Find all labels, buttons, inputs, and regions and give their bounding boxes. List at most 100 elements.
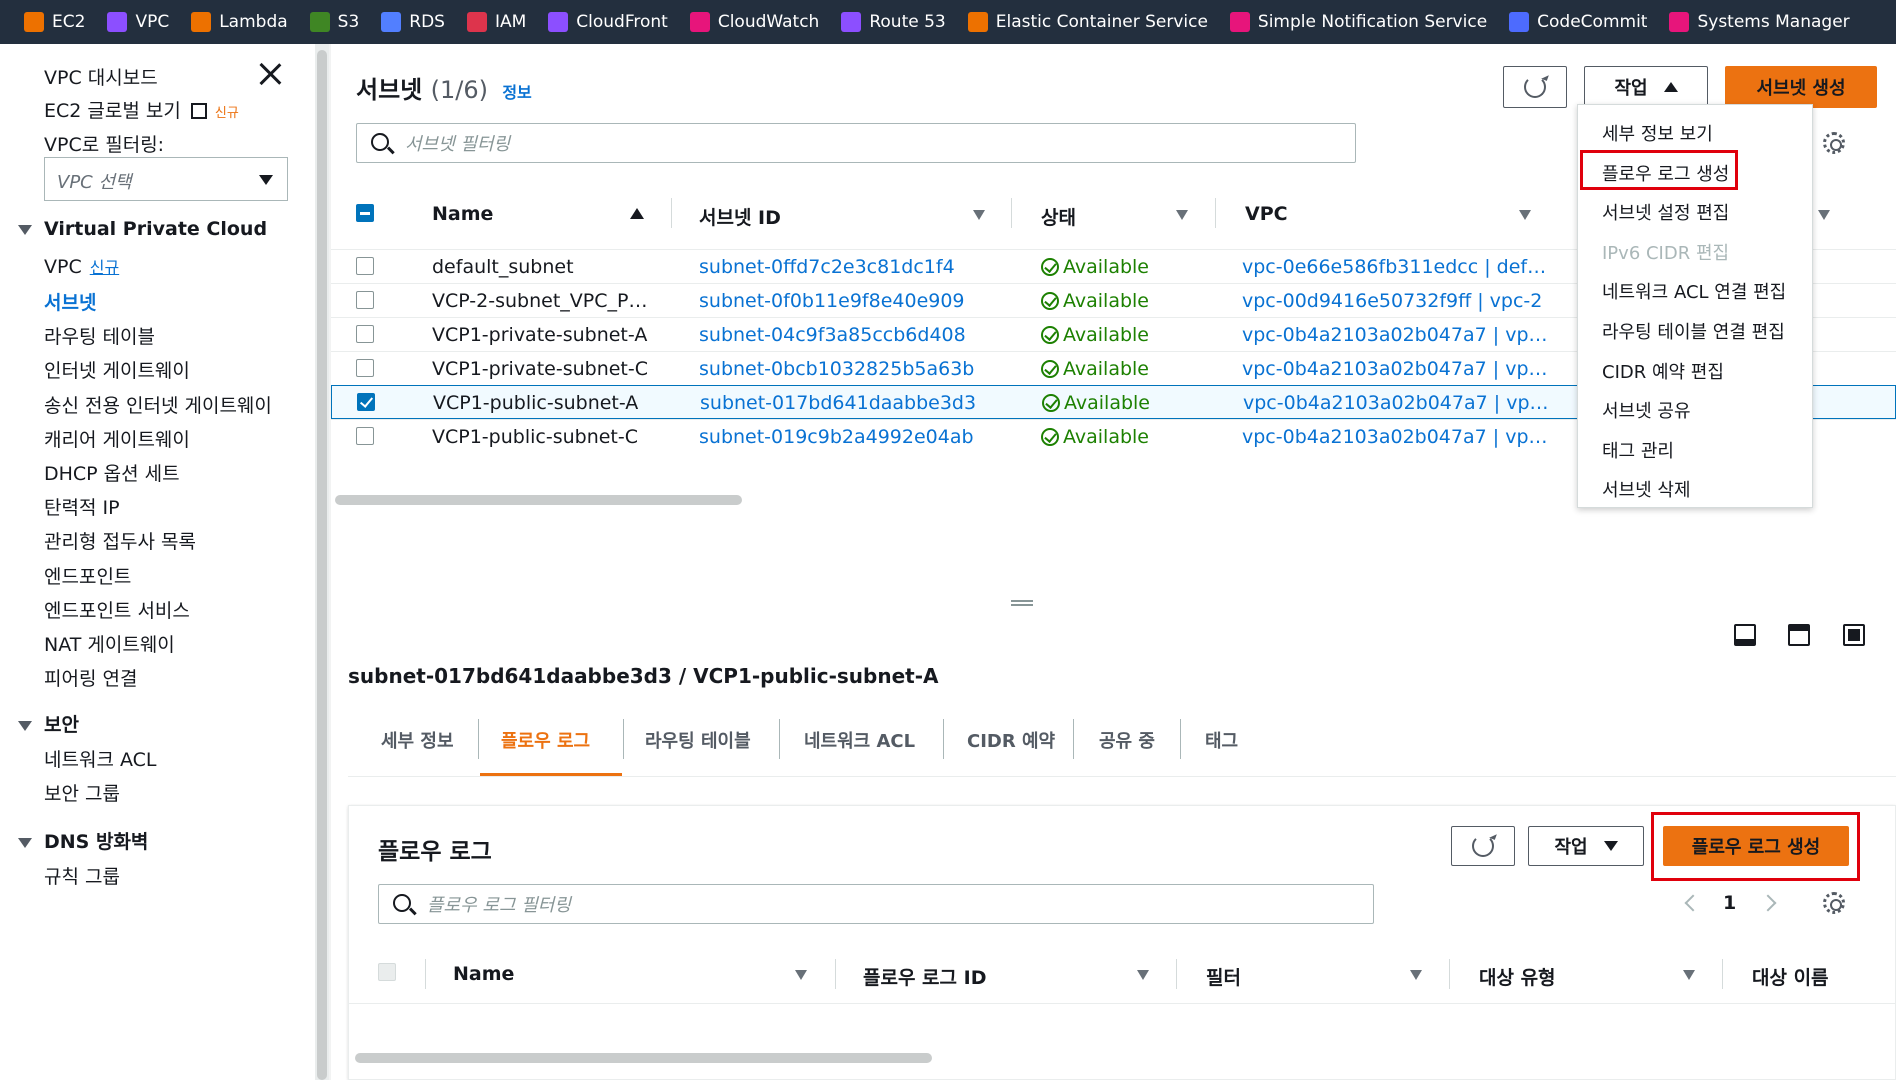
vpc-link[interactable]: vpc-0b4a2103a02b047a7 | vp… (1242, 426, 1548, 448)
fl-col-target-name[interactable]: 대상 이름 (1752, 963, 1829, 990)
column-divider[interactable] (1011, 198, 1012, 228)
service-link-rds[interactable]: RDS (381, 12, 445, 32)
table-hscrollbar[interactable] (335, 495, 742, 505)
sidebar-item-vpc-9[interactable]: 엔드포인트 서비스 (44, 596, 190, 623)
column-divider[interactable] (425, 959, 426, 989)
vpc-link[interactable]: vpc-0e66e586fb311edcc | def… (1242, 256, 1546, 278)
tab-2[interactable]: 라우팅 테이블 (645, 727, 751, 753)
sort-icon[interactable] (1683, 970, 1695, 980)
settings-gear-icon[interactable] (1823, 892, 1845, 914)
sidebar-item-vpc-1[interactable]: 라우팅 테이블 (44, 322, 155, 349)
row-checkbox[interactable] (356, 427, 374, 445)
service-link-cloudwatch[interactable]: CloudWatch (689, 12, 819, 32)
col-status[interactable]: 상태 (1041, 203, 1076, 230)
menu-item-9[interactable]: 서브넷 삭제 (1578, 469, 1814, 509)
menu-item-5[interactable]: 라우팅 테이블 연결 편집 (1578, 311, 1814, 351)
menu-item-7[interactable]: 서브넷 공유 (1578, 390, 1814, 430)
split-bottom-icon[interactable] (1734, 624, 1756, 646)
row-checkbox[interactable] (356, 325, 374, 343)
vpc-link[interactable]: vpc-0b4a2103a02b047a7 | vp… (1242, 358, 1548, 380)
service-link-cloudfront[interactable]: CloudFront (548, 12, 668, 32)
service-link-s3[interactable]: S3 (309, 12, 359, 32)
column-divider[interactable] (1722, 959, 1723, 989)
row-checkbox[interactable] (356, 257, 374, 275)
sidebar-item-vpc-3[interactable]: 송신 전용 인터넷 게이트웨이 (44, 391, 272, 418)
column-divider[interactable] (1215, 198, 1216, 228)
sidebar-item-vpc-8[interactable]: 엔드포인트 (44, 562, 131, 589)
subnet-id-link[interactable]: subnet-017bd641daabbe3d3 (700, 392, 976, 414)
menu-item-4[interactable]: 네트워크 ACL 연결 편집 (1578, 271, 1814, 311)
service-link-vpc[interactable]: VPC (107, 12, 169, 32)
subnet-id-link[interactable]: subnet-0f0b11e9f8e40e909 (699, 290, 965, 312)
flowlogs-refresh-button[interactable] (1451, 826, 1515, 866)
sidebar-item-vpc-5[interactable]: DHCP 옵션 세트 (44, 459, 180, 486)
row-checkbox[interactable] (357, 393, 375, 411)
service-link-ec2[interactable]: EC2 (24, 12, 85, 32)
refresh-button[interactable] (1503, 66, 1567, 108)
service-link-ecs[interactable]: Elastic Container Service (967, 12, 1208, 32)
sidebar-scrollbar[interactable] (315, 44, 329, 1080)
subnet-filter-input[interactable]: 서브넷 필터링 (356, 123, 1356, 163)
info-link[interactable]: 정보 (502, 83, 531, 102)
column-divider[interactable] (1449, 959, 1450, 989)
tab-3[interactable]: 네트워크 ACL (804, 727, 915, 753)
menu-item-2[interactable]: 서브넷 설정 편집 (1578, 192, 1814, 232)
subnet-id-link[interactable]: subnet-019c9b2a4992e04ab (699, 426, 974, 448)
menu-item-8[interactable]: 태그 관리 (1578, 430, 1814, 470)
flowlogs-hscrollbar[interactable] (355, 1053, 932, 1063)
sidebar-item-vpc-6[interactable]: 탄력적 IP (44, 493, 120, 520)
section-security[interactable]: 보안 (18, 710, 79, 737)
page-number[interactable]: 1 (1723, 892, 1736, 914)
split-full-icon[interactable] (1843, 624, 1865, 646)
col-name[interactable]: Name (432, 203, 493, 225)
sort-icon[interactable] (1410, 970, 1422, 980)
sidebar-item-security-groups[interactable]: 보안 그룹 (44, 779, 120, 806)
vpc-link[interactable]: vpc-0b4a2103a02b047a7 | vp… (1242, 324, 1548, 346)
sidebar-item-rule-groups[interactable]: 규칙 그룹 (44, 862, 120, 889)
subnet-id-link[interactable]: subnet-0bcb1032825b5a63b (699, 358, 974, 380)
vpc-link[interactable]: vpc-00d9416e50732f9ff | vpc-2 (1242, 290, 1542, 312)
row-checkbox[interactable] (356, 359, 374, 377)
close-icon[interactable] (258, 62, 282, 86)
tab-6[interactable]: 태그 (1205, 727, 1238, 753)
flowlogs-select-all-checkbox[interactable] (378, 963, 396, 981)
subnet-id-link[interactable]: subnet-04c9f3a85ccb6d408 (699, 324, 966, 346)
row-checkbox[interactable] (356, 291, 374, 309)
scrollbar-thumb[interactable] (317, 50, 327, 1080)
fl-col-filter[interactable]: 필터 (1206, 963, 1241, 990)
sidebar-item-vpc-11[interactable]: 피어링 연결 (44, 664, 137, 691)
create-subnet-button[interactable]: 서브넷 생성 (1725, 66, 1877, 108)
service-link-sns[interactable]: Simple Notification Service (1229, 12, 1487, 32)
sort-icon[interactable] (1818, 210, 1830, 220)
menu-item-6[interactable]: CIDR 예약 편집 (1578, 351, 1814, 391)
sidebar-item-network-acl[interactable]: 네트워크 ACL (44, 745, 156, 772)
col-subnet-id[interactable]: 서브넷 ID (699, 203, 781, 230)
service-link-systems-manager[interactable]: Systems Manager (1669, 12, 1850, 32)
sidebar-item-vpc-0[interactable]: 서브넷 (44, 288, 96, 315)
resize-handle-icon[interactable] (1011, 600, 1033, 606)
flowlog-filter-input[interactable]: 플로우 로그 필터링 (378, 884, 1374, 924)
sort-asc-icon[interactable] (630, 208, 644, 219)
column-divider[interactable] (671, 198, 672, 228)
column-divider[interactable] (835, 959, 836, 989)
sidebar-item-vpc-10[interactable]: NAT 게이트웨이 (44, 630, 175, 657)
sidebar-item-vpc[interactable]: VPC 신규 (44, 254, 119, 278)
col-vpc[interactable]: VPC (1245, 203, 1288, 225)
vpc-link[interactable]: vpc-0b4a2103a02b047a7 | vp… (1243, 392, 1549, 414)
sidebar-item-vpc-4[interactable]: 캐리어 게이트웨이 (44, 425, 190, 452)
sort-icon[interactable] (1519, 210, 1531, 220)
select-all-checkbox[interactable] (356, 204, 374, 222)
service-link-codecommit[interactable]: CodeCommit (1509, 12, 1647, 32)
split-side-icon[interactable] (1788, 624, 1810, 646)
vpc-select[interactable]: VPC 선택 (44, 157, 288, 201)
service-link-lambda[interactable]: Lambda (191, 12, 288, 32)
service-link-iam[interactable]: IAM (466, 12, 526, 32)
column-divider[interactable] (1176, 959, 1177, 989)
sidebar-item-vpc-7[interactable]: 관리형 접두사 목록 (44, 527, 196, 554)
section-vpc[interactable]: Virtual Private Cloud (18, 218, 267, 240)
tab-5[interactable]: 공유 중 (1099, 727, 1155, 753)
tab-1[interactable]: 플로우 로그 (501, 727, 590, 753)
flowlogs-actions-button[interactable]: 작업 (1528, 826, 1644, 866)
fl-col-name[interactable]: Name (453, 963, 514, 985)
sidebar-item-ec2-global[interactable]: EC2 글로벌 보기 신규 (44, 96, 239, 123)
